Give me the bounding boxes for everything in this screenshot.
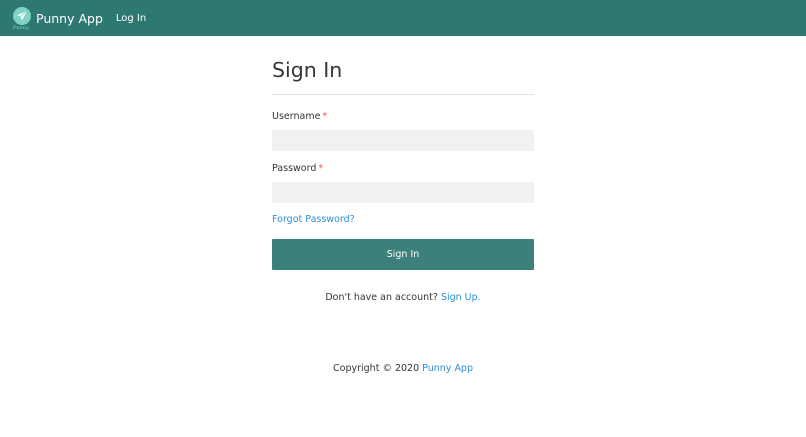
password-label-text: Password — [272, 163, 317, 174]
top-navbar: Punny Punny App Log In — [0, 0, 806, 36]
username-input[interactable] — [272, 130, 534, 151]
signup-link[interactable]: Sign Up. — [441, 292, 481, 303]
copyright-text: Copyright © 2020 — [333, 363, 420, 374]
required-marker: * — [318, 163, 324, 174]
signup-prompt-text: Don't have an account? — [325, 292, 438, 303]
paper-plane-icon — [17, 10, 28, 21]
brand-home-link[interactable]: Punny Punny App — [12, 4, 103, 32]
forgot-password-link[interactable]: Forgot Password? — [272, 215, 355, 225]
footer-app-link[interactable]: Punny App — [422, 363, 473, 374]
footer: Copyright © 2020 Punny App — [0, 364, 806, 374]
username-label: Username * — [272, 112, 327, 122]
signup-prompt: Don't have an account? Sign Up. — [272, 293, 534, 303]
password-input[interactable] — [272, 182, 534, 203]
app-logo: Punny — [12, 4, 34, 32]
password-label: Password * — [272, 164, 323, 174]
title-divider — [272, 94, 534, 95]
required-marker: * — [322, 111, 328, 122]
page-title: Sign In — [272, 58, 343, 82]
username-label-text: Username — [272, 111, 321, 122]
nav-login-link[interactable]: Log In — [116, 13, 146, 24]
signin-button[interactable]: Sign In — [272, 239, 534, 270]
brand-name: Punny App — [36, 10, 103, 26]
logo-script-text: Punny — [13, 25, 29, 31]
